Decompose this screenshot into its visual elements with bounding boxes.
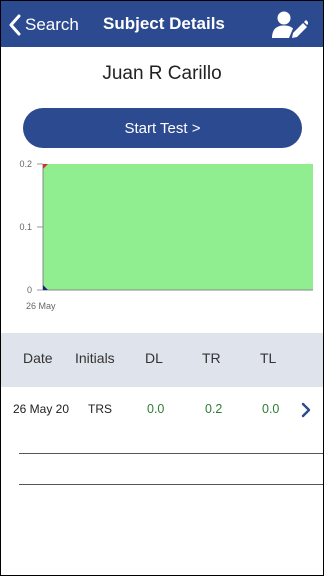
results-chart: 0.2 0.1 0 26 May xyxy=(19,159,313,311)
row-date: 26 May 20 xyxy=(13,402,70,416)
back-button[interactable]: Search xyxy=(9,12,79,38)
chart-y-tick-label: 0.2 xyxy=(19,159,32,169)
user-edit-icon xyxy=(272,11,309,38)
row-tl: 0.0 xyxy=(262,402,280,416)
column-header-tr: TR xyxy=(202,350,221,366)
row-initials: TRS xyxy=(88,402,112,416)
start-test-button[interactable]: Start Test > xyxy=(23,108,302,148)
chart-area-fill xyxy=(43,164,313,290)
chart-x-ticks: 26 May xyxy=(26,301,56,311)
page-title: Subject Details xyxy=(103,14,225,33)
column-header-initials: Initials xyxy=(75,350,115,366)
column-header-date: Date xyxy=(23,350,53,366)
chart-y-tick-label: 0.1 xyxy=(19,222,32,232)
chart-y-ticks: 0.2 0.1 0 xyxy=(19,159,43,295)
row-tr: 0.2 xyxy=(205,402,223,416)
chevron-left-icon xyxy=(9,14,21,36)
subject-name: Juan R Carillo xyxy=(102,63,222,84)
row-divider xyxy=(19,484,323,485)
table-row[interactable]: 26 May 20 TRS 0.0 0.2 0.0 xyxy=(1,387,323,433)
app-screen: Search Subject Details Juan R Carillo St… xyxy=(0,0,324,576)
nav-bar: Search Subject Details xyxy=(1,1,323,47)
back-label: Search xyxy=(25,15,79,34)
chart-x-tick-label: 26 May xyxy=(26,301,56,311)
row-dl: 0.0 xyxy=(147,402,165,416)
row-divider xyxy=(19,453,323,454)
results-table-header: Date Initials DL TR TL xyxy=(1,333,323,387)
edit-subject-button[interactable] xyxy=(272,10,309,40)
column-header-dl: DL xyxy=(145,350,163,366)
chevron-right-icon[interactable] xyxy=(300,402,312,418)
column-header-tl: TL xyxy=(260,350,277,366)
chart-y-tick-label: 0 xyxy=(27,285,32,295)
chart-plot-area xyxy=(42,164,313,291)
